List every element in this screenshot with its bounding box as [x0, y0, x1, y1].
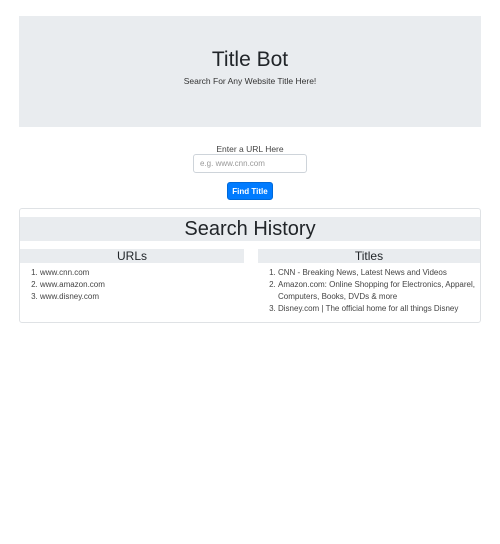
urls-header: URLs — [20, 249, 244, 263]
titles-header: Titles — [258, 249, 480, 263]
list-item: www.cnn.com — [40, 267, 244, 279]
list-item: www.disney.com — [40, 291, 244, 303]
app-subtitle: Search For Any Website Title Here! — [183, 76, 317, 86]
app-title: Title Bot — [211, 48, 289, 71]
find-title-button[interactable]: Find Title — [227, 182, 273, 200]
urls-column: URLs www.cnn.com www.amazon.com www.disn… — [20, 249, 244, 303]
list-item: www.amazon.com — [40, 279, 244, 291]
list-item: Amazon.com: Online Shopping for Electron… — [278, 279, 480, 303]
list-item: Disney.com | The official home for all t… — [278, 303, 480, 315]
titles-column: Titles CNN - Breaking News, Latest News … — [258, 249, 480, 315]
titles-list: CNN - Breaking News, Latest News and Vid… — [258, 267, 480, 315]
search-history-title: Search History — [20, 217, 480, 241]
url-label: Enter a URL Here — [216, 144, 284, 154]
header-jumbotron: Title Bot Search For Any Website Title H… — [19, 16, 481, 127]
list-item: CNN - Breaking News, Latest News and Vid… — [278, 267, 480, 279]
url-input[interactable] — [193, 154, 307, 173]
search-history-card: Search History URLs www.cnn.com www.amaz… — [19, 208, 481, 323]
urls-list: www.cnn.com www.amazon.com www.disney.co… — [20, 267, 244, 303]
